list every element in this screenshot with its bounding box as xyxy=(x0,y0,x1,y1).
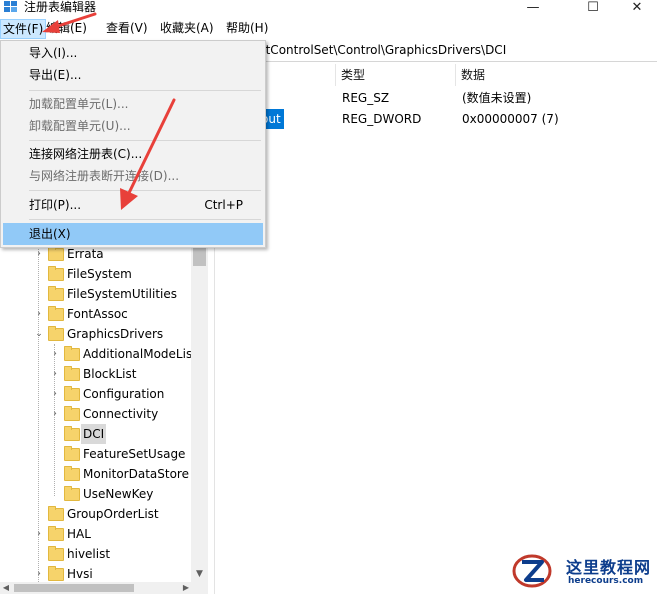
menu-item-label: 导入(I)... xyxy=(29,46,78,60)
menu-separator xyxy=(29,190,261,191)
column-header-data[interactable]: 数据 xyxy=(455,64,651,86)
tree-item-label: GraphicsDrivers xyxy=(67,327,164,341)
folder-icon xyxy=(64,366,80,381)
menu-edit[interactable]: 编辑(E) xyxy=(44,18,89,38)
folder-icon xyxy=(48,266,64,281)
menu-item-label: 与网络注册表断开连接(D)... xyxy=(29,169,180,183)
z-logo-icon xyxy=(512,554,552,588)
menu-item-label: 连接网络注册表(C)... xyxy=(29,147,143,161)
tree-item-label: HAL xyxy=(67,527,91,541)
maximize-button[interactable]: ☐ xyxy=(570,0,616,18)
scroll-right-arrow-icon[interactable]: ▶ xyxy=(180,582,192,594)
folder-icon xyxy=(48,306,64,321)
value-data: (数值未设置) xyxy=(462,91,532,105)
menu-item-label: 导出(E)... xyxy=(29,68,82,82)
menu-separator xyxy=(29,140,261,141)
folder-icon xyxy=(64,466,80,481)
menu-bar: 文件(F) 编辑(E) 查看(V) 收藏夹(A) 帮助(H) xyxy=(0,18,657,40)
value-data: 0x00000007 (7) xyxy=(462,112,559,126)
tree-item-label: FileSystemUtilities xyxy=(67,287,177,301)
menu-item-shortcut: Ctrl+P xyxy=(204,198,243,212)
close-button[interactable]: ✕ xyxy=(614,0,657,18)
menu-item-label: 打印(P)... xyxy=(29,198,82,212)
collapse-chevron-icon[interactable]: ⌄ xyxy=(34,324,44,344)
menu-separator xyxy=(29,219,261,220)
folder-icon xyxy=(64,446,80,461)
minimize-button[interactable]: — xyxy=(510,0,556,18)
file-menu-dropdown: 导入(I)... 导出(E)... 加载配置单元(L)... 卸载配置单元(U)… xyxy=(0,40,266,248)
tree-item-label: AdditionalModeLis xyxy=(83,347,193,361)
folder-icon xyxy=(48,246,64,261)
menu-item-label: 退出(X) xyxy=(29,227,71,241)
expand-chevron-icon[interactable]: › xyxy=(50,344,60,364)
expand-chevron-icon[interactable]: › xyxy=(34,304,44,324)
tree-item-label: MonitorDataStore xyxy=(83,467,189,481)
tree-item-label: Connectivity xyxy=(83,407,159,421)
address-path: ntControlSet\Control\GraphicsDrivers\DCI xyxy=(258,43,507,57)
values-pane[interactable]: 类型 数据 ) REG_SZ (数值未设置) out REG_DWORD 0x0… xyxy=(215,62,657,594)
scroll-left-arrow-icon[interactable]: ◀ xyxy=(0,582,12,594)
site-watermark: 这里教程网 herecours.com xyxy=(512,552,657,594)
expand-chevron-icon[interactable]: › xyxy=(50,364,60,384)
title-bar: 注册表编辑器 — ☐ ✕ xyxy=(0,0,657,18)
watermark-site-url: herecours.com xyxy=(568,576,644,586)
folder-open-icon xyxy=(64,426,80,441)
tree-item-label: FeatureSetUsage xyxy=(83,447,186,461)
tree-item-label: Hvsi xyxy=(67,567,93,581)
scroll-thumb[interactable] xyxy=(14,584,134,592)
column-header-type[interactable]: 类型 xyxy=(335,64,456,86)
menu-item-export[interactable]: 导出(E)... xyxy=(3,64,263,86)
tree-item-label: BlockList xyxy=(83,367,137,381)
folder-icon xyxy=(64,486,80,501)
menu-help[interactable]: 帮助(H) xyxy=(224,18,270,38)
tree-item-label: Configuration xyxy=(83,387,165,401)
folder-icon xyxy=(48,566,64,581)
value-type: REG_SZ xyxy=(342,91,390,105)
menu-item-load-hive: 加载配置单元(L)... xyxy=(3,93,263,115)
expand-chevron-icon[interactable]: › xyxy=(50,384,60,404)
menu-favorites[interactable]: 收藏夹(A) xyxy=(158,18,216,38)
folder-icon xyxy=(48,286,64,301)
folder-icon xyxy=(48,526,64,541)
scroll-down-arrow-icon[interactable]: ▼ xyxy=(191,566,208,582)
expand-chevron-icon[interactable]: › xyxy=(34,524,44,544)
folder-icon xyxy=(64,386,80,401)
registry-editor-icon xyxy=(4,1,17,12)
menu-item-exit[interactable]: 退出(X) xyxy=(3,223,263,245)
menu-item-connect-network-registry[interactable]: 连接网络注册表(C)... xyxy=(3,143,263,165)
tree-item-label: GroupOrderList xyxy=(67,507,159,521)
folder-icon xyxy=(48,506,64,521)
tree-item-label: hivelist xyxy=(67,547,111,561)
menu-item-print[interactable]: 打印(P)... Ctrl+P xyxy=(3,194,263,216)
menu-item-unload-hive: 卸载配置单元(U)... xyxy=(3,115,263,137)
menu-item-label: 卸载配置单元(U)... xyxy=(29,119,131,133)
menu-item-import[interactable]: 导入(I)... xyxy=(3,42,263,64)
menu-item-disconnect-network-registry: 与网络注册表断开连接(D)... xyxy=(3,165,263,187)
menu-item-label: 加载配置单元(L)... xyxy=(29,97,129,111)
menu-view[interactable]: 查看(V) xyxy=(104,18,150,38)
tree-item-label: FontAssoc xyxy=(67,307,128,321)
watermark-site-name: 这里教程网 xyxy=(566,558,652,577)
folder-icon xyxy=(48,546,64,561)
tree-item-label: DCI xyxy=(81,424,107,444)
folder-icon xyxy=(64,346,80,361)
tree-item-label: FileSystem xyxy=(67,267,132,281)
expand-chevron-icon[interactable]: › xyxy=(34,564,44,584)
folder-icon xyxy=(64,406,80,421)
expand-chevron-icon[interactable]: › xyxy=(50,404,60,424)
tree-horizontal-scrollbar[interactable]: ◀ ▶ xyxy=(0,582,208,594)
value-type: REG_DWORD xyxy=(342,112,422,126)
folder-open-icon xyxy=(48,326,64,341)
menu-separator xyxy=(29,90,261,91)
tree-item-label: UseNewKey xyxy=(83,487,154,501)
menu-file[interactable]: 文件(F) xyxy=(0,19,47,39)
window-title: 注册表编辑器 xyxy=(24,0,97,14)
